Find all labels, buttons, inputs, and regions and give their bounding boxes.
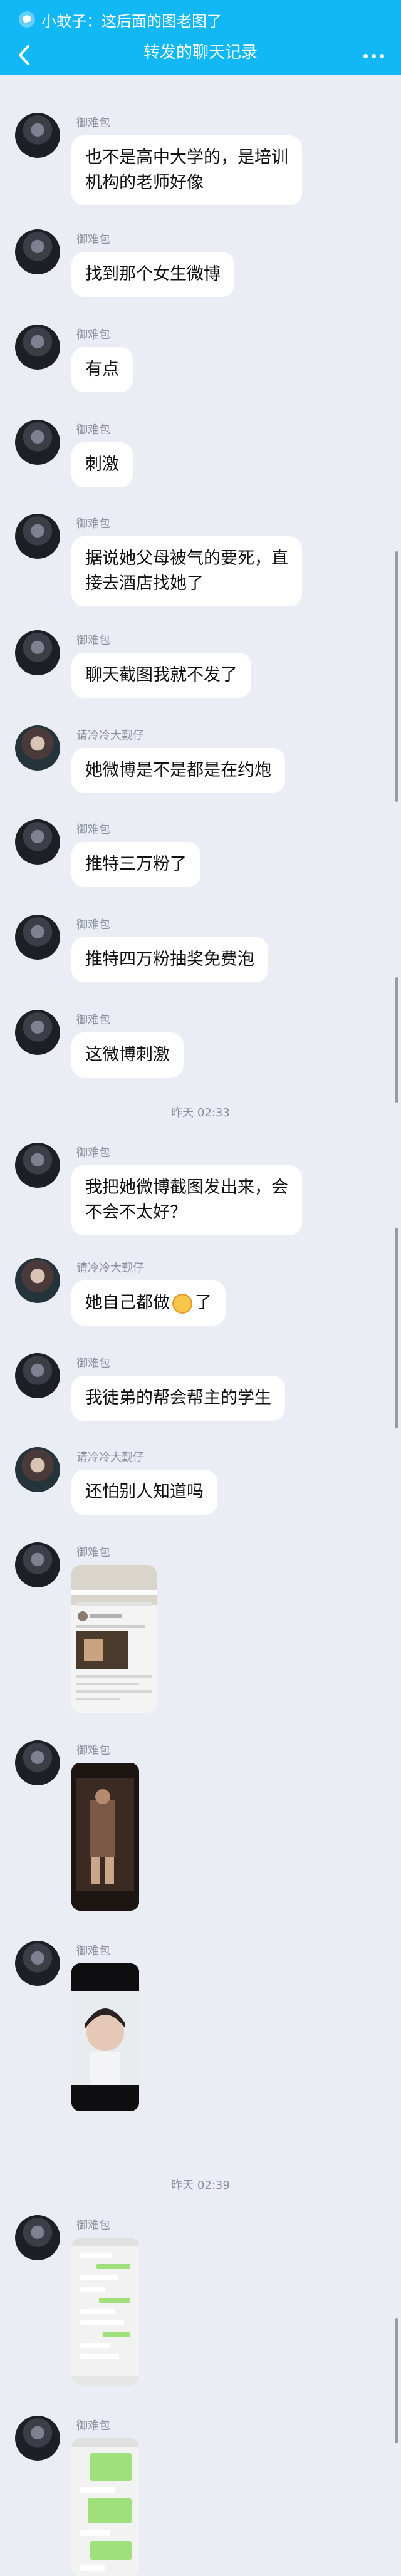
sender-name: 御难包 — [76, 517, 110, 531]
sender-name: 御难包 — [76, 1744, 110, 1757]
photo-thumbnail — [71, 1963, 139, 2111]
sender-name: 御难包 — [76, 117, 110, 130]
image-message[interactable] — [71, 1565, 157, 1713]
avatar[interactable] — [15, 420, 60, 465]
avatar[interactable] — [15, 2215, 60, 2260]
message-text: 了 — [195, 1293, 212, 1312]
message-bubble[interactable]: 这微博刺激 — [71, 1032, 184, 1078]
sender-name: 请冷冷大觐仔 — [76, 1262, 144, 1275]
avatar[interactable] — [15, 1740, 60, 1785]
message-text: 她自己都做 — [85, 1293, 170, 1312]
image-message[interactable] — [71, 2438, 139, 2576]
image-message[interactable] — [71, 1763, 139, 1911]
scrollbar[interactable] — [395, 2318, 398, 2443]
scrollbar[interactable] — [395, 977, 398, 1103]
avatar[interactable] — [15, 1143, 60, 1188]
screenshot-thumbnail — [71, 2238, 139, 2386]
message-bubble[interactable]: 还怕别人知道吗 — [71, 1470, 217, 1515]
sender-name: 御难包 — [76, 2419, 110, 2433]
message-bubble[interactable]: 推特四万粉抽奖免费泡 — [71, 937, 268, 982]
message-bubble[interactable]: 据说她父母被气的要死，直 接去酒店找她了 — [71, 536, 302, 606]
avatar[interactable] — [15, 915, 60, 960]
avatar[interactable] — [15, 1447, 60, 1492]
sender-name: 御难包 — [76, 423, 110, 437]
avatar[interactable] — [15, 113, 60, 158]
sender-name: 御难包 — [76, 233, 110, 246]
sender-name: 御难包 — [76, 2219, 110, 2232]
screenshot-thumbnail — [71, 2438, 139, 2576]
timestamp: 昨天 02:39 — [171, 2179, 230, 2192]
avatar[interactable] — [15, 630, 60, 675]
avatar[interactable] — [15, 1542, 60, 1587]
message-bubble[interactable]: 她微博是不是都是在约炮 — [71, 748, 285, 793]
sender-name: 御难包 — [76, 1546, 110, 1559]
scrollbar[interactable] — [395, 551, 398, 802]
photo-thumbnail — [71, 1763, 139, 1911]
image-message[interactable] — [71, 2238, 139, 2386]
notification-text: 小蚊子：这后面的图老图了 — [41, 12, 222, 30]
sender-name: 御难包 — [76, 1146, 110, 1160]
sender-name: 请冷冷大觐仔 — [76, 729, 144, 742]
message-bubble[interactable]: 刺激 — [71, 442, 133, 487]
message-bubble[interactable]: 她自己都做 了 — [71, 1280, 226, 1326]
avatar[interactable] — [15, 819, 60, 865]
chat-bubble-icon — [19, 11, 35, 28]
sender-name: 御难包 — [76, 634, 110, 647]
avatar[interactable] — [15, 725, 60, 771]
avatar[interactable] — [15, 1941, 60, 1986]
avatar[interactable] — [15, 325, 60, 370]
ellipsis-icon — [363, 53, 368, 58]
sender-name: 御难包 — [76, 1014, 110, 1027]
sender-name: 御难包 — [76, 328, 110, 341]
notification-banner[interactable]: 小蚊子：这后面的图老图了 — [19, 9, 222, 30]
avatar[interactable] — [15, 1258, 60, 1303]
sender-name: 御难包 — [76, 823, 110, 836]
title-bar: 小蚊子：这后面的图老图了 转发的聊天记录 — [0, 0, 401, 75]
message-bubble[interactable]: 推特三万粉了 — [71, 842, 200, 887]
avatar[interactable] — [15, 1353, 60, 1398]
screenshot-thumbnail — [71, 1565, 157, 1700]
message-bubble[interactable]: 有点 — [71, 347, 133, 392]
message-bubble[interactable]: 我把她微博截图发出来，会 不会不太好？ — [71, 1165, 302, 1235]
page-title: 转发的聊天记录 — [143, 43, 258, 62]
avatar[interactable] — [15, 2416, 60, 2461]
avatar[interactable] — [15, 1010, 60, 1055]
avatar[interactable] — [15, 229, 60, 274]
scrollbar[interactable] — [395, 1228, 398, 1428]
sender-name: 御难包 — [76, 918, 110, 932]
message-bubble[interactable]: 也不是高中大学的，是培训 机构的老师好像 — [71, 135, 302, 205]
sender-name: 请冷冷大觐仔 — [76, 1451, 144, 1464]
more-button[interactable] — [360, 46, 387, 65]
message-bubble[interactable]: 找到那个女生微博 — [71, 252, 234, 297]
sender-name: 御难包 — [76, 1357, 110, 1370]
sender-name: 御难包 — [76, 1945, 110, 1958]
avatar[interactable] — [15, 514, 60, 559]
image-message[interactable] — [71, 1963, 139, 2111]
wink-emoji-icon — [172, 1293, 192, 1314]
timestamp: 昨天 02:33 — [171, 1106, 230, 1119]
message-bubble[interactable]: 聊天截图我就不发了 — [71, 653, 251, 698]
message-bubble[interactable]: 我徒弟的帮会帮主的学生 — [71, 1376, 285, 1421]
